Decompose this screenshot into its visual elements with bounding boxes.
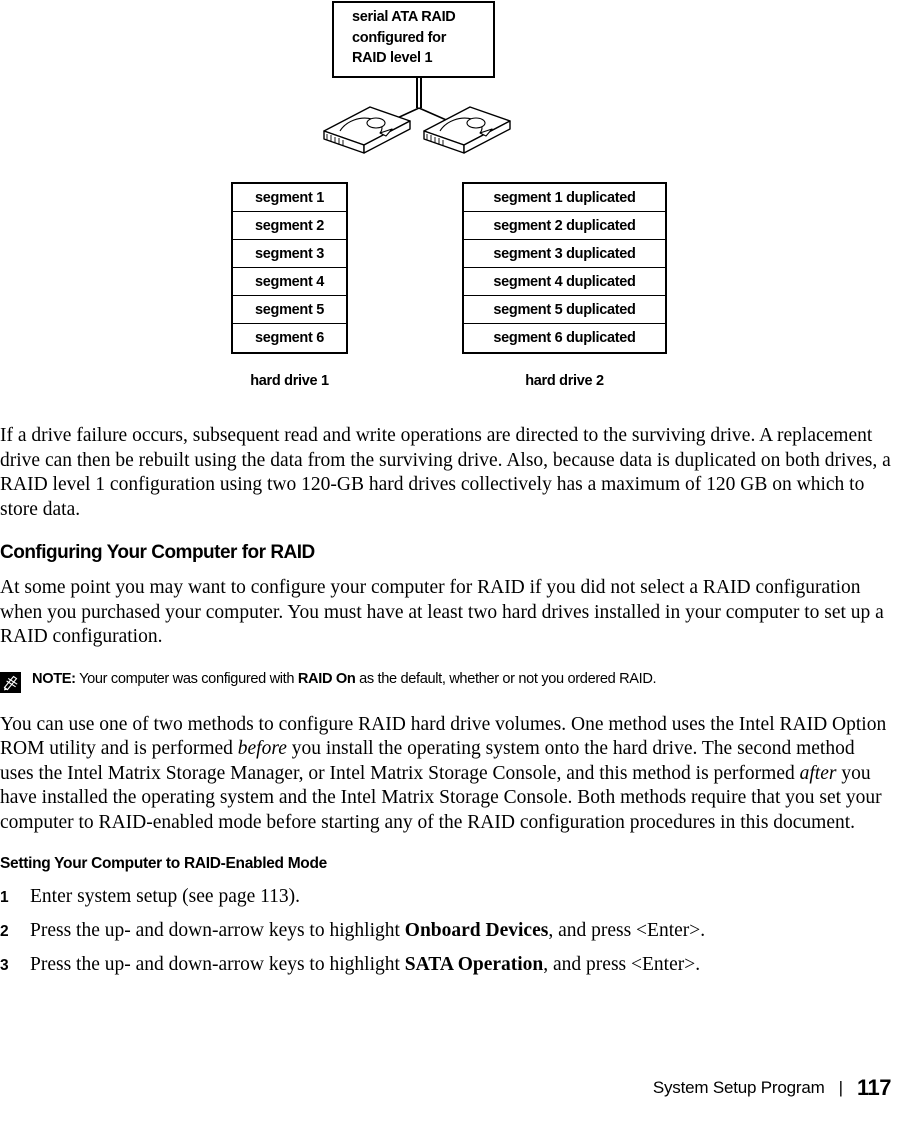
segment-row: segment 3 duplicated [464,240,665,268]
note-text-part-1: Your computer was configured with [75,670,298,687]
segment-row: segment 5 [233,296,346,324]
segment-row: segment 2 duplicated [464,212,665,240]
steps-list: 1 Enter system setup (see page 113). 2 P… [0,885,909,978]
paragraph-raid-methods: You can use one of two methods to config… [0,713,892,836]
hard-drive-illustrations [323,106,511,154]
segment-row: segment 4 [233,268,346,296]
note-callout: NOTE: Your computer was configured with … [0,670,892,693]
raid-callout-box: serial ATA RAID configured for RAID leve… [332,1,495,78]
segment-row: segment 6 [254,330,325,346]
segment-row: segment 5 duplicated [464,296,665,324]
segment-row: segment 1 duplicated [464,184,665,212]
note-text-part-2: as the default, whether or not you order… [355,670,657,687]
list-item: 2 Press the up- and down-arrow keys to h… [0,919,909,944]
step-text-part-2: , and press <Enter>. [548,920,706,941]
note-text: NOTE: Your computer was configured with … [32,670,657,689]
step-bold: SATA Operation [404,954,544,975]
note-highlight: RAID On [297,670,356,687]
segment-row: segment 6 duplicated [493,330,636,346]
footer-page-number: 117 [857,1075,892,1100]
list-item: 1 Enter system setup (see page 113). [0,885,909,910]
footer-section-title: System Setup Program [652,1078,825,1097]
methods-emphasis-before: before [237,738,287,759]
footer-separator: | [838,1078,843,1097]
paragraph-configuring-raid: At some point you may want to configure … [0,577,884,647]
segment-table-drive-2: segment 1 duplicated segment 2 duplicate… [462,182,667,354]
methods-emphasis-after: after [799,762,837,784]
step-text-part-1: Press the up- and down-arrow keys to hig… [30,954,405,975]
hard-drive-2-icon [423,106,511,154]
paragraph-drive-failure: If a drive failure occurs, subsequent re… [0,425,891,520]
note-pencil-icon [0,671,21,693]
page-footer: System Setup Program | 117 [0,1073,909,1103]
step-text-part-2: , and press <Enter>. [543,954,701,975]
hard-drive-1-icon [323,106,411,154]
list-item: 3 Press the up- and down-arrow keys to h… [0,953,909,978]
heading-configuring-raid: Configuring Your Computer for RAID [0,542,315,563]
step-number: 3 [0,957,9,974]
segment-row: segment 1 [233,184,346,212]
step-text: Press the up- and down-arrow keys to hig… [30,953,909,977]
raid-callout-text: serial ATA RAID configured for RAID leve… [352,9,456,66]
hard-drive-1-label: hard drive 1 [250,373,329,389]
step-number: 2 [0,923,9,940]
segment-row: segment 3 [233,240,346,268]
segment-table-drive-1: segment 1 segment 2 segment 3 segment 4 … [231,182,348,354]
hard-drive-2-label: hard drive 2 [525,373,604,389]
segment-row: segment 2 [233,212,346,240]
step-bold: Onboard Devices [404,920,549,941]
step-number: 1 [0,889,9,906]
step-text-part-1: Enter system setup (see page 113). [30,886,301,907]
segment-row: segment 4 duplicated [464,268,665,296]
note-label: NOTE: [32,670,76,687]
raid-level-1-diagram: serial ATA RAID configured for RAID leve… [0,0,909,400]
step-text-part-1: Press the up- and down-arrow keys to hig… [30,920,405,941]
step-text: Press the up- and down-arrow keys to hig… [30,919,909,943]
heading-setting-raid-enabled-mode: Setting Your Computer to RAID-Enabled Mo… [0,855,327,872]
page-content: If a drive failure occurs, subsequent re… [0,424,909,987]
step-text: Enter system setup (see page 113). [30,885,909,909]
